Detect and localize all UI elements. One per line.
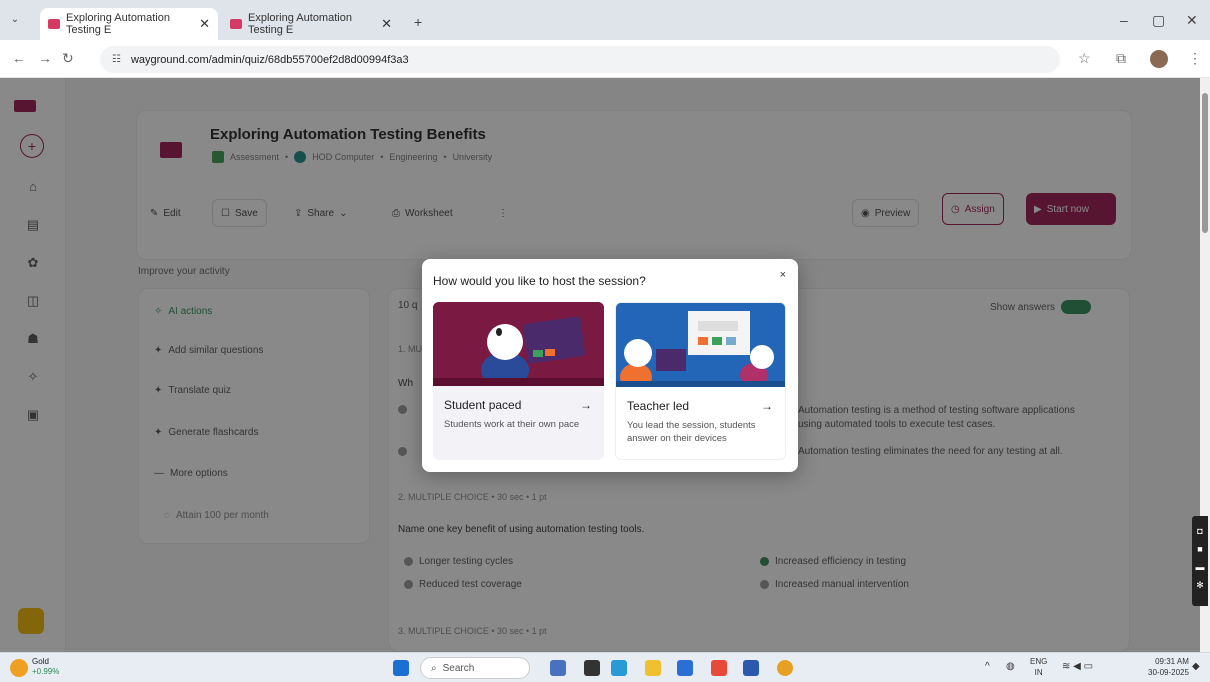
teacher-led-option[interactable]: Teacher led → You lead the session, stud… bbox=[615, 302, 786, 460]
student-paced-option[interactable]: Student paced → Students work at their o… bbox=[433, 302, 604, 460]
student-paced-illustration bbox=[433, 302, 604, 388]
student-paced-description: Students work at their own pace bbox=[444, 419, 580, 430]
notification-icon[interactable]: ◆ bbox=[1192, 661, 1200, 672]
arrow-right-icon: → bbox=[761, 399, 773, 413]
weather-widget-icon[interactable] bbox=[10, 659, 28, 677]
arrow-right-icon: → bbox=[580, 398, 592, 412]
tab-title: Exploring Automation Testing E bbox=[66, 12, 170, 36]
language-indicator[interactable]: ENG IN bbox=[1030, 656, 1047, 678]
minimize-icon[interactable]: – bbox=[1120, 12, 1128, 28]
browser-tab-2[interactable]: Exploring Automation Testing E ✕ bbox=[222, 8, 400, 40]
tab-title: Exploring Automation Testing E bbox=[248, 12, 352, 36]
favicon-icon bbox=[230, 19, 242, 29]
extensions-icon[interactable]: ⧉ bbox=[1116, 50, 1126, 67]
teacher-led-illustration bbox=[616, 303, 785, 391]
file-explorer-icon[interactable] bbox=[645, 660, 661, 676]
floating-toolbar: ◘ ■ ▬ ✻ bbox=[1192, 516, 1208, 606]
store-icon[interactable] bbox=[677, 660, 693, 676]
camera-icon[interactable]: ◘ bbox=[1192, 526, 1208, 536]
windows-taskbar: Gold +0.99% ⌕ Search ^ ◍ ENG IN ≋ ◀ ▭ 09:… bbox=[0, 652, 1210, 682]
reload-icon[interactable]: ↻ bbox=[62, 50, 74, 67]
clock[interactable]: 09:31 AM 30-09-2025 bbox=[1148, 656, 1189, 678]
tray-app-icon[interactable]: ◍ bbox=[1006, 661, 1015, 672]
favicon-icon bbox=[48, 19, 60, 29]
new-tab-button[interactable]: + bbox=[414, 14, 422, 30]
video-icon[interactable]: ■ bbox=[1192, 544, 1208, 554]
scrollbar-thumb[interactable] bbox=[1202, 93, 1208, 233]
close-tab-icon[interactable]: ✕ bbox=[199, 16, 210, 32]
browser-menu-icon[interactable]: ⋮ bbox=[1188, 50, 1202, 67]
windows-start-icon[interactable] bbox=[393, 660, 409, 676]
search-icon: ⌕ bbox=[431, 662, 437, 674]
gear-icon[interactable]: ✻ bbox=[1192, 580, 1208, 591]
message-icon[interactable]: ▬ bbox=[1192, 562, 1208, 572]
browser-tab-strip: ⌄ Exploring Automation Testing E ✕ Explo… bbox=[0, 0, 1210, 40]
url-text: wayground.com/admin/quiz/68db55700ef2d8d… bbox=[130, 53, 409, 66]
browser-app-icon[interactable] bbox=[711, 660, 727, 676]
browser-tab-1[interactable]: Exploring Automation Testing E ✕ bbox=[40, 8, 218, 40]
teacher-led-description: You lead the session, students answer on… bbox=[627, 420, 756, 444]
url-field[interactable]: ☷ wayground.com/admin/quiz/68db55700ef2d… bbox=[100, 46, 1060, 73]
wifi-volume-battery-icon[interactable]: ≋ ◀ ▭ bbox=[1062, 661, 1093, 672]
copilot-icon[interactable] bbox=[550, 660, 566, 676]
close-tab-icon[interactable]: ✕ bbox=[381, 16, 392, 32]
close-icon[interactable]: × bbox=[780, 269, 786, 281]
site-settings-icon[interactable]: ☷ bbox=[112, 54, 121, 65]
forward-icon[interactable]: → bbox=[38, 50, 52, 66]
host-session-modal: How would you like to host the session? … bbox=[422, 259, 798, 472]
maximize-icon[interactable]: ▢ bbox=[1152, 12, 1165, 29]
outlook-icon[interactable] bbox=[743, 660, 759, 676]
chrome-icon[interactable] bbox=[777, 660, 793, 676]
tray-chevron-icon[interactable]: ^ bbox=[985, 661, 990, 672]
profile-avatar[interactable] bbox=[1150, 50, 1168, 68]
back-icon[interactable]: ← bbox=[12, 50, 26, 66]
bookmark-star-icon[interactable]: ☆ bbox=[1078, 50, 1091, 67]
teacher-led-title: Teacher led bbox=[627, 399, 690, 413]
taskbar-search[interactable]: ⌕ Search bbox=[420, 657, 530, 679]
task-view-icon[interactable] bbox=[584, 660, 600, 676]
modal-title: How would you like to host the session? bbox=[433, 274, 646, 288]
tab-search-icon[interactable]: ⌄ bbox=[8, 14, 22, 28]
close-window-icon[interactable]: ✕ bbox=[1186, 12, 1198, 29]
address-bar-row: ← → ↻ ☷ wayground.com/admin/quiz/68db557… bbox=[0, 40, 1210, 78]
student-paced-title: Student paced bbox=[444, 398, 522, 412]
stock-widget[interactable]: Gold +0.99% bbox=[32, 657, 59, 677]
widgets-icon[interactable] bbox=[611, 660, 627, 676]
